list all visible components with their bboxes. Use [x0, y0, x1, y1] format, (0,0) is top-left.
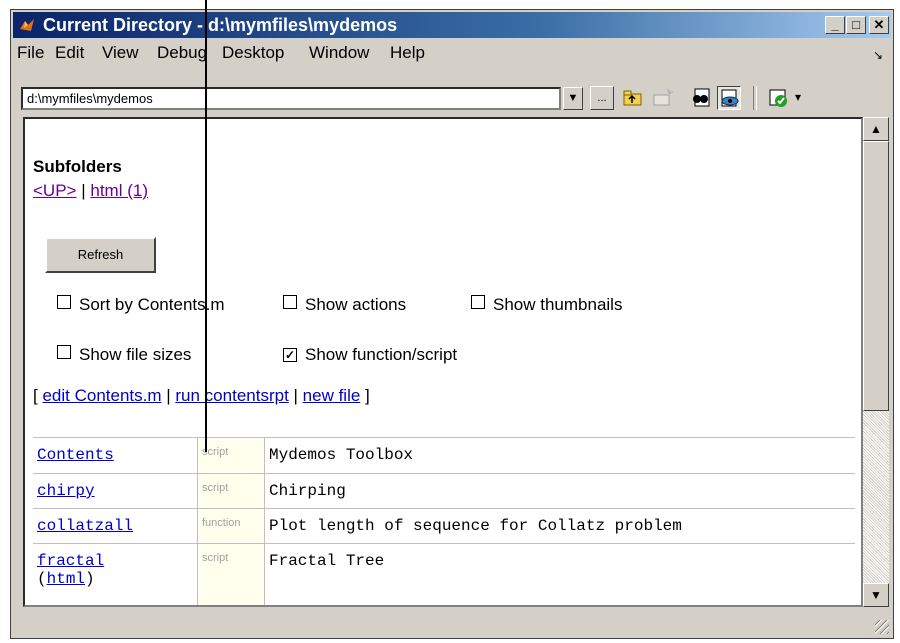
show-file-sizes-label: Show file sizes	[79, 345, 192, 364]
close-button[interactable]: ✕	[869, 16, 889, 34]
run-reports-button[interactable]	[767, 86, 791, 110]
file-name-cell: Contents	[33, 437, 198, 474]
new-file-link[interactable]: new file	[303, 386, 361, 405]
file-table: Contents script Mydemos Toolbox chirpy s…	[33, 437, 855, 605]
new-folder-icon	[653, 88, 674, 106]
actions-close-bracket: ]	[360, 386, 370, 405]
show-file-sizes-checkbox[interactable]	[57, 345, 71, 359]
sort-by-contents-option[interactable]: Sort by Contents.m	[57, 295, 225, 315]
table-row: Contents script Mydemos Toolbox	[33, 437, 855, 474]
show-function-script-checkbox[interactable]: ✓	[283, 348, 297, 362]
run-contentsrpt-link[interactable]: run contentsrpt	[175, 386, 288, 405]
menu-help[interactable]: Help	[390, 43, 425, 63]
minimize-button[interactable]: _	[825, 16, 845, 34]
file-link-chirpy[interactable]: chirpy	[37, 482, 95, 500]
edit-contents-link[interactable]: edit Contents.m	[42, 386, 161, 405]
file-description-cell: Chirping	[264, 473, 855, 509]
sort-by-contents-label: Sort by Contents.m	[79, 295, 225, 314]
window-title: Current Directory - d:\mymfiles\mydemos	[43, 15, 398, 35]
maximize-button[interactable]: □	[846, 16, 866, 34]
subfolder-separator: |	[76, 181, 91, 200]
menu-edit[interactable]: Edit	[55, 43, 84, 63]
vertical-scrollbar[interactable]: ▲ ▼	[863, 117, 889, 607]
menu-file[interactable]: File	[17, 43, 44, 63]
scroll-down-button[interactable]: ▼	[863, 583, 889, 607]
file-name-cell: collatzall	[33, 508, 198, 544]
file-kind-cell: script	[197, 473, 265, 509]
file-name-cell: fractal (html)	[33, 543, 198, 605]
matlab-logo-icon	[20, 19, 34, 31]
file-description-cell: Plot length of sequence for Collatz prob…	[264, 508, 855, 544]
file-description-cell: Fractal Tree	[264, 543, 855, 605]
file-description-cell: Mydemos Toolbox	[264, 437, 855, 474]
html-folder-link[interactable]: html (1)	[90, 181, 148, 200]
directory-report-pane: Subfolders <UP> | html (1) Refresh Sort …	[23, 117, 863, 607]
table-row: fractal (html) script Fractal Tree	[33, 543, 855, 605]
dropdown-arrow-icon: ▼	[567, 92, 579, 104]
html-link-open-paren: (	[37, 570, 47, 588]
menu-desktop[interactable]: Desktop	[222, 43, 284, 63]
toolbar: d:\mymfiles\mydemos ▼ ... ▾	[13, 70, 891, 114]
actions-separator: |	[288, 386, 303, 405]
fractal-html-link[interactable]: html	[47, 570, 85, 588]
menu-debug[interactable]: Debug	[157, 43, 207, 63]
show-actions-checkbox[interactable]	[283, 295, 297, 309]
reports-dropdown-icon[interactable]: ▾	[795, 90, 801, 104]
actions-separator: |	[161, 386, 176, 405]
resize-grip-icon[interactable]	[875, 620, 889, 634]
scroll-up-button[interactable]: ▲	[863, 117, 889, 141]
file-link-contents[interactable]: Contents	[37, 446, 114, 464]
show-thumbnails-checkbox[interactable]	[471, 295, 485, 309]
file-kind-cell: script	[197, 437, 265, 474]
close-icon: ✕	[873, 17, 885, 32]
sort-by-contents-checkbox[interactable]	[57, 295, 71, 309]
file-kind-cell: function	[197, 508, 265, 544]
maximize-icon: □	[852, 17, 860, 32]
file-link-fractal[interactable]: fractal	[37, 552, 104, 570]
show-thumbnails-label: Show thumbnails	[493, 295, 623, 314]
title-bar[interactable]: Current Directory - d:\mymfiles\mydemos …	[13, 12, 891, 38]
show-file-sizes-option[interactable]: Show file sizes	[57, 345, 191, 365]
scrollbar-thumb[interactable]	[863, 141, 889, 411]
show-actions-label: Show actions	[305, 295, 407, 314]
directory-dropdown-button[interactable]: ▼	[563, 87, 583, 110]
toolbar-separator	[753, 86, 757, 110]
new-folder-button[interactable]	[651, 86, 675, 110]
menu-view[interactable]: View	[102, 43, 139, 63]
table-row: chirpy script Chirping	[33, 473, 855, 509]
table-row: collatzall function Plot length of seque…	[33, 508, 855, 544]
annotation-pointer-line	[205, 0, 207, 452]
scroll-down-icon: ▼	[870, 588, 882, 602]
scroll-up-icon: ▲	[870, 122, 882, 136]
minimize-icon: _	[831, 17, 839, 32]
show-actions-option[interactable]: Show actions	[283, 295, 406, 315]
menu-overflow-icon[interactable]: ↘	[873, 48, 883, 62]
browse-label: ...	[597, 92, 607, 104]
html-link-close-paren: )	[85, 570, 95, 588]
run-reports-icon	[769, 89, 787, 107]
show-browser-icon	[721, 89, 739, 107]
refresh-button[interactable]: Refresh	[45, 237, 156, 273]
up-folder-link[interactable]: <UP>	[33, 181, 76, 200]
menu-bar: File Edit View Debug Desktop Window Help…	[13, 40, 891, 66]
find-files-icon	[693, 88, 710, 107]
file-kind-cell: script	[197, 543, 265, 605]
browse-button[interactable]: ...	[590, 86, 614, 110]
file-link-collatzall[interactable]: collatzall	[37, 517, 133, 535]
show-thumbnails-option[interactable]: Show thumbnails	[471, 295, 622, 315]
actions-line: [ edit Contents.m | run contentsrpt | ne…	[33, 386, 370, 406]
show-function-script-label: Show function/script	[305, 345, 458, 364]
subfolder-links: <UP> | html (1)	[33, 181, 148, 201]
show-function-script-option[interactable]: ✓ Show function/script	[283, 345, 457, 365]
current-directory-window: Current Directory - d:\mymfiles\mydemos …	[10, 9, 894, 639]
find-files-button[interactable]	[689, 86, 713, 110]
subfolders-heading: Subfolders	[33, 157, 122, 176]
current-directory-field[interactable]: d:\mymfiles\mydemos	[21, 87, 561, 110]
file-name-cell: chirpy	[33, 473, 198, 509]
menu-window[interactable]: Window	[309, 43, 369, 63]
status-bar	[13, 610, 891, 636]
show-browser-button[interactable]	[717, 86, 741, 110]
up-folder-button[interactable]	[621, 86, 645, 110]
up-folder-icon	[623, 90, 642, 106]
